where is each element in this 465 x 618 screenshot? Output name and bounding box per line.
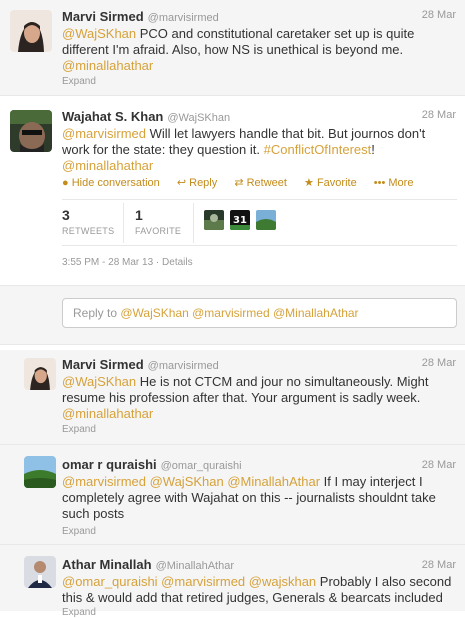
favoriter-avatar[interactable] [256, 210, 276, 230]
mention-link[interactable]: @marvisirmed @WajSKhan @MinallahAthar [62, 474, 320, 489]
mention-link[interactable]: @minallahathar [62, 406, 153, 421]
author-handle: @WajSKhan [167, 112, 231, 124]
mention-link[interactable]: @marvisirmed [62, 126, 146, 141]
tweet-text: @marvisirmed @WajSKhan @MinallahAthar If… [62, 474, 436, 521]
favoriter-avatar[interactable]: 31 [230, 210, 250, 230]
tweet-date[interactable]: 28 Mar [422, 459, 456, 471]
svg-text:31: 31 [233, 215, 247, 226]
expand-link[interactable]: Expand [62, 76, 96, 87]
star-icon: ★ [304, 177, 314, 189]
retweet-button[interactable]: ⇄ Retweet [234, 177, 287, 189]
retweet-icon: ⇄ [234, 177, 244, 189]
avatar[interactable] [10, 10, 52, 52]
author-name[interactable]: Marvi Sirmed @marvisirmed [62, 9, 219, 24]
hashtag-link[interactable]: #ConflictOfInterest [264, 142, 372, 157]
favoriter-avatar[interactable] [204, 210, 224, 230]
expand-link[interactable]: Expand [62, 424, 96, 435]
reply-button[interactable]: ↩ Reply [177, 177, 217, 189]
author-handle: @omar_quraishi [160, 460, 242, 472]
stats-divider-top [62, 199, 457, 200]
author-name[interactable]: Wajahat S. Khan @WajSKhan [62, 109, 230, 124]
avatar[interactable] [24, 358, 56, 390]
mention-link[interactable]: @minallahathar [62, 58, 153, 73]
speech-bubble-icon: ● [62, 177, 69, 189]
tweet-omar[interactable]: omar r quraishi @omar_quraishi 28 Mar @ma… [0, 445, 465, 545]
stats-separator [123, 203, 124, 243]
tweet-date[interactable]: 28 Mar [422, 357, 456, 369]
tweet-text: @WajSKhan PCO and constitutional caretak… [62, 26, 415, 73]
tweet-marvi-1[interactable]: Marvi Sirmed @marvisirmed 28 Mar @WajSKha… [0, 0, 465, 96]
hide-conversation-button[interactable]: ● Hide conversation [62, 177, 160, 189]
tweet-actions: ● Hide conversation ↩ Reply ⇄ Retweet ★ … [62, 176, 427, 189]
avatar[interactable] [24, 456, 56, 488]
reply-arrow-icon: ↩ [176, 177, 187, 189]
expand-link[interactable]: Expand [62, 607, 96, 618]
author-name[interactable]: Marvi Sirmed @marvisirmed [62, 357, 219, 372]
tweet-date[interactable]: 28 Mar [422, 9, 456, 21]
more-button[interactable]: ••• More [374, 177, 414, 189]
mention-link[interactable]: @omar_quraishi @marvisirmed @wajskhan [62, 574, 316, 589]
author-handle: @marvisirmed [147, 12, 219, 24]
details-link[interactable]: Details [162, 257, 193, 268]
avatar[interactable] [10, 110, 52, 152]
expand-link[interactable]: Expand [62, 526, 96, 537]
tweet-date[interactable]: 28 Mar [422, 559, 456, 571]
favorites-count[interactable]: 1 FAVORITE [135, 207, 181, 236]
tweet-timestamp: 3:55 PM - 28 Mar 13 · Details [62, 257, 193, 268]
mention-link[interactable]: @minallahathar [62, 158, 153, 173]
tweet-marvi-2[interactable]: Marvi Sirmed @marvisirmed 28 Mar @WajSKha… [0, 350, 465, 445]
author-name[interactable]: omar r quraishi @omar_quraishi [62, 457, 242, 472]
tweet-text: @WajSKhan He is not CTCM and jour no sim… [62, 374, 429, 421]
author-name[interactable]: Athar Minallah @MinallahAthar [62, 557, 234, 572]
tweet-text: @omar_quraishi @marvisirmed @wajskhan Pr… [62, 574, 452, 605]
author-handle: @marvisirmed [147, 360, 219, 372]
mention-link[interactable]: @WajSKhan [62, 374, 136, 389]
avatar[interactable] [24, 556, 56, 588]
author-handle: @MinallahAthar [155, 560, 235, 572]
reply-mentions: @WajSKhan @marvisirmed @MinallahAthar [120, 306, 359, 320]
more-dots-icon: ••• [373, 177, 386, 189]
stats-divider-bottom [62, 245, 457, 246]
retweets-count[interactable]: 3 RETWEETS [62, 207, 114, 236]
mention-link[interactable]: @WajSKhan [62, 26, 136, 41]
favorite-button[interactable]: ★ Favorite [304, 177, 357, 189]
tweet-athar[interactable]: Athar Minallah @MinallahAthar 28 Mar @oma… [0, 545, 465, 618]
stats-separator [193, 203, 194, 243]
tweet-text: @marvisirmed Will let lawyers handle tha… [62, 126, 426, 173]
reply-input[interactable]: Reply to @WajSKhan @marvisirmed @Minalla… [62, 298, 457, 328]
tweet-date[interactable]: 28 Mar [422, 109, 456, 121]
